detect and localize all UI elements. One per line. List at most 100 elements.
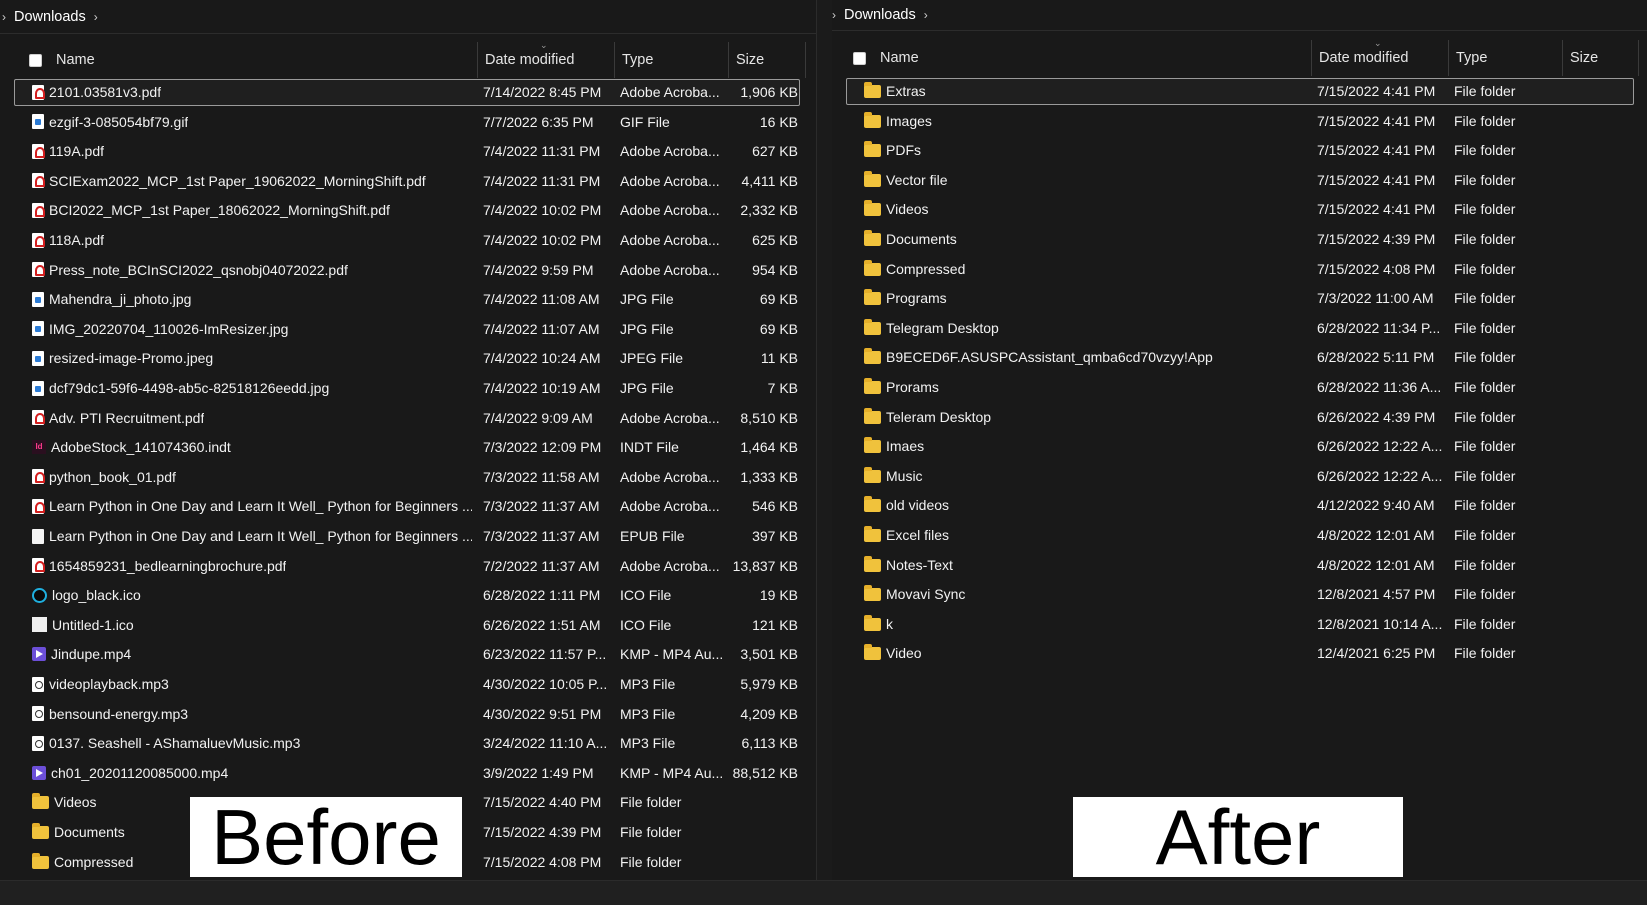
- file-row[interactable]: Documents 7/15/2022 4:39 PM File folder: [832, 225, 1647, 253]
- file-row[interactable]: ezgif-3-085054bf79.gif 7/7/2022 6:35 PM GI…: [0, 108, 816, 136]
- file-row[interactable]: Movavi Sync 12/8/2021 4:57 PM File folder: [832, 580, 1647, 608]
- column-header-name[interactable]: Name: [18, 42, 478, 78]
- breadcrumb-downloads[interactable]: Downloads: [844, 7, 916, 23]
- file-row[interactable]: Videos 7/15/2022 4:41 PM File folder: [832, 195, 1647, 223]
- file-row[interactable]: videoplayback.mp3 4/30/2022 10:05 P... MP3…: [0, 670, 816, 698]
- file-name-cell[interactable]: Extras: [864, 77, 1304, 105]
- file-row[interactable]: Prorams 6/28/2022 11:36 A... File folder: [832, 373, 1647, 401]
- file-row[interactable]: PDFs 7/15/2022 4:41 PM File folder: [832, 136, 1647, 164]
- file-row[interactable]: SCIExam2022_MCP_1st Paper_19062022_Morni…: [0, 167, 816, 195]
- file-row[interactable]: Vector file 7/15/2022 4:41 PM File folder: [832, 166, 1647, 194]
- file-row[interactable]: Compressed 7/15/2022 4:08 PM File folder: [832, 255, 1647, 283]
- file-name-cell[interactable]: logo_black.ico: [32, 581, 472, 609]
- file-row[interactable]: 0137. Seashell - AShamaluevMusic.mp3 3/24…: [0, 729, 816, 757]
- column-header-size[interactable]: Size: [729, 42, 806, 78]
- file-row[interactable]: Id AdobeStock_141074360.indt 7/3/2022 12:0…: [0, 433, 816, 461]
- breadcrumb-expand-chevron-icon[interactable]: ›: [924, 8, 928, 22]
- file-name-cell[interactable]: Learn Python in One Day and Learn It Wel…: [32, 492, 472, 520]
- file-name-cell[interactable]: Compressed: [864, 255, 1304, 283]
- file-name-cell[interactable]: Images: [864, 107, 1304, 135]
- file-name-cell[interactable]: Vector file: [864, 166, 1304, 194]
- file-row[interactable]: Adv. PTI Recruitment.pdf 7/4/2022 9:09 AM…: [0, 404, 816, 432]
- column-header-size[interactable]: Size: [1563, 40, 1639, 76]
- file-name-cell[interactable]: B9ECED6F.ASUSPCAssistant_qmba6cd70vzyy!A…: [864, 343, 1304, 371]
- file-name-cell[interactable]: Learn Python in One Day and Learn It Wel…: [32, 522, 472, 550]
- file-name-cell[interactable]: IMG_20220704_110026-ImResizer.jpg: [32, 315, 472, 343]
- file-row[interactable]: old videos 4/12/2022 9:40 AM File folder: [832, 491, 1647, 519]
- file-row[interactable]: Extras 7/15/2022 4:41 PM File folder: [832, 77, 1647, 105]
- file-name-cell[interactable]: Notes-Text: [864, 551, 1304, 579]
- file-row[interactable]: Programs 7/3/2022 11:00 AM File folder: [832, 284, 1647, 312]
- file-name-cell[interactable]: 0137. Seashell - AShamaluevMusic.mp3: [32, 729, 472, 757]
- file-name-cell[interactable]: Adv. PTI Recruitment.pdf: [32, 404, 472, 432]
- file-name-cell[interactable]: dcf79dc1-59f6-4498-ab5c-82518126eedd.jpg: [32, 374, 472, 402]
- file-name-cell[interactable]: 119A.pdf: [32, 137, 472, 165]
- file-name-cell[interactable]: Press_note_BCInSCI2022_qsnobj04072022.pd…: [32, 256, 472, 284]
- file-row[interactable]: Press_note_BCInSCI2022_qsnobj04072022.pd…: [0, 256, 816, 284]
- column-header-date[interactable]: ⌄ Date modified: [478, 40, 615, 78]
- file-row[interactable]: ch01_20201120085000.mp4 3/9/2022 1:49 PM K…: [0, 759, 816, 787]
- file-name-cell[interactable]: Id AdobeStock_141074360.indt: [32, 433, 472, 461]
- file-row[interactable]: resized-image-Promo.jpeg 7/4/2022 10:24 A…: [0, 344, 816, 372]
- file-row[interactable]: dcf79dc1-59f6-4498-ab5c-82518126eedd.jpg…: [0, 374, 816, 402]
- file-name-cell[interactable]: 2101.03581v3.pdf: [32, 78, 472, 106]
- file-row[interactable]: Untitled-1.ico 6/26/2022 1:51 AM ICO File 1…: [0, 611, 816, 639]
- file-name-cell[interactable]: Programs: [864, 284, 1304, 312]
- file-row[interactable]: Notes-Text 4/8/2022 12:01 AM File folder: [832, 551, 1647, 579]
- file-name-cell[interactable]: Imaes: [864, 432, 1304, 460]
- file-row[interactable]: Jindupe.mp4 6/23/2022 11:57 P... KMP - MP4…: [0, 640, 816, 668]
- file-row[interactable]: Music 6/26/2022 12:22 A... File folder: [832, 462, 1647, 490]
- file-name-cell[interactable]: bensound-energy.mp3: [32, 700, 472, 728]
- file-name-cell[interactable]: Excel files: [864, 521, 1304, 549]
- file-row[interactable]: bensound-energy.mp3 4/30/2022 9:51 PM MP3 …: [0, 700, 816, 728]
- file-row[interactable]: 119A.pdf 7/4/2022 11:31 PM Adobe Acroba...…: [0, 137, 816, 165]
- file-row[interactable]: Learn Python in One Day and Learn It Wel…: [0, 522, 816, 550]
- file-name-cell[interactable]: Video: [864, 639, 1304, 667]
- file-row[interactable]: Video 12/4/2021 6:25 PM File folder: [832, 639, 1647, 667]
- file-row[interactable]: B9ECED6F.ASUSPCAssistant_qmba6cd70vzyy!A…: [832, 343, 1647, 371]
- file-name-cell[interactable]: 1654859231_bedlearningbrochure.pdf: [32, 552, 472, 580]
- file-name-cell[interactable]: Documents: [864, 225, 1304, 253]
- file-row[interactable]: logo_black.ico 6/28/2022 1:11 PM ICO File 1…: [0, 581, 816, 609]
- file-row[interactable]: Imaes 6/26/2022 12:22 A... File folder: [832, 432, 1647, 460]
- file-row[interactable]: 118A.pdf 7/4/2022 10:02 PM Adobe Acroba...…: [0, 226, 816, 254]
- column-header-name[interactable]: Name: [832, 40, 1312, 76]
- file-row[interactable]: Learn Python in One Day and Learn It Wel…: [0, 492, 816, 520]
- file-name-cell[interactable]: Music: [864, 462, 1304, 490]
- column-header-type[interactable]: Type: [1449, 40, 1563, 76]
- file-name-cell[interactable]: Jindupe.mp4: [32, 640, 472, 668]
- column-header-date[interactable]: ⌄ Date modified: [1312, 38, 1449, 76]
- file-name-cell[interactable]: ezgif-3-085054bf79.gif: [32, 108, 472, 136]
- select-all-checkbox[interactable]: [29, 53, 42, 67]
- file-name-cell[interactable]: Untitled-1.ico: [32, 611, 472, 639]
- breadcrumb-chevron-icon[interactable]: ›: [832, 8, 836, 22]
- file-row[interactable]: IMG_20220704_110026-ImResizer.jpg 7/4/202…: [0, 315, 816, 343]
- file-name-cell[interactable]: 118A.pdf: [32, 226, 472, 254]
- file-name-cell[interactable]: PDFs: [864, 136, 1304, 164]
- file-name-cell[interactable]: SCIExam2022_MCP_1st Paper_19062022_Morni…: [32, 167, 472, 195]
- file-row[interactable]: python_book_01.pdf 7/3/2022 11:58 AM Adobe…: [0, 463, 816, 491]
- file-row[interactable]: Telegram Desktop 6/28/2022 11:34 P... File…: [832, 314, 1647, 342]
- file-row[interactable]: BCI2022_MCP_1st Paper_18062022_MorningSh…: [0, 196, 816, 224]
- file-row[interactable]: k 12/8/2021 10:14 A... File folder: [832, 610, 1647, 638]
- file-name-cell[interactable]: ch01_20201120085000.mp4: [32, 759, 472, 787]
- breadcrumb-downloads[interactable]: Downloads: [14, 9, 86, 25]
- file-name-cell[interactable]: k: [864, 610, 1304, 638]
- file-name-cell[interactable]: Movavi Sync: [864, 580, 1304, 608]
- breadcrumb-chevron-icon[interactable]: ›: [2, 10, 6, 24]
- file-name-cell[interactable]: Videos: [864, 195, 1304, 223]
- column-header-type[interactable]: Type: [615, 42, 729, 78]
- file-row[interactable]: Mahendra_ji_photo.jpg 7/4/2022 11:08 AM JP…: [0, 285, 816, 313]
- file-name-cell[interactable]: Mahendra_ji_photo.jpg: [32, 285, 472, 313]
- file-row[interactable]: 1654859231_bedlearningbrochure.pdf 7/2/20…: [0, 552, 816, 580]
- file-name-cell[interactable]: Teleram Desktop: [864, 403, 1304, 431]
- file-name-cell[interactable]: old videos: [864, 491, 1304, 519]
- file-row[interactable]: 2101.03581v3.pdf 7/14/2022 8:45 PM Adobe A…: [0, 78, 816, 106]
- file-name-cell[interactable]: BCI2022_MCP_1st Paper_18062022_MorningSh…: [32, 196, 472, 224]
- file-name-cell[interactable]: videoplayback.mp3: [32, 670, 472, 698]
- select-all-checkbox[interactable]: [853, 51, 866, 65]
- file-name-cell[interactable]: python_book_01.pdf: [32, 463, 472, 491]
- file-name-cell[interactable]: resized-image-Promo.jpeg: [32, 344, 472, 372]
- file-row[interactable]: Excel files 4/8/2022 12:01 AM File folder: [832, 521, 1647, 549]
- file-row[interactable]: Images 7/15/2022 4:41 PM File folder: [832, 107, 1647, 135]
